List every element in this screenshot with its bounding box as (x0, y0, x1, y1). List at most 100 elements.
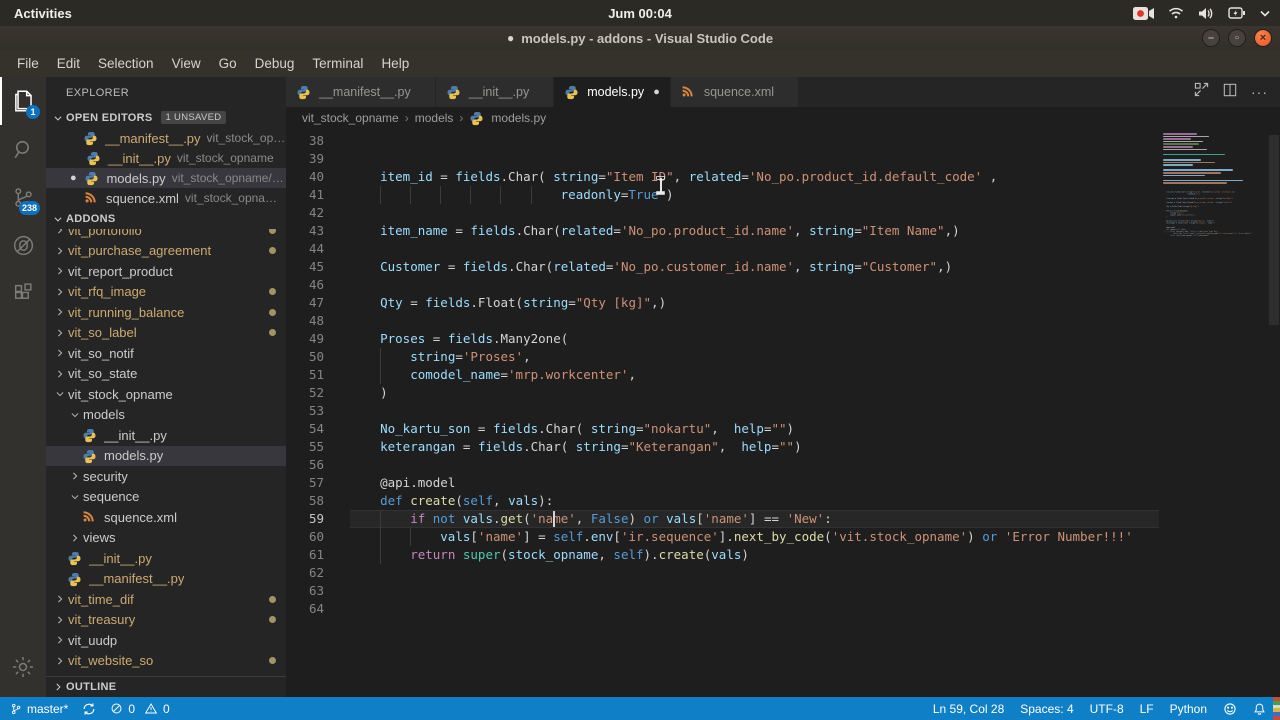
code-line-39[interactable] (350, 150, 1280, 168)
tree-item-vit_so_label[interactable]: vit_so_label (46, 323, 286, 344)
activities-button[interactable]: Activities (0, 6, 86, 21)
tab-__init__.py[interactable]: __init__.py (435, 77, 555, 107)
search-icon[interactable] (0, 125, 46, 173)
tab-models.py[interactable]: models.py ● (554, 77, 671, 107)
open-editors-header[interactable]: OPEN EDITORS 1 UNSAVED (46, 107, 286, 128)
code-line-53[interactable] (350, 402, 1280, 420)
split-editor-icon[interactable] (1223, 83, 1237, 102)
code-line-47[interactable]: Qty = fields.Float(string="Qty [kg]",) (350, 294, 1280, 312)
tree-item-models[interactable]: models (46, 405, 286, 426)
tree-item-__init__.py[interactable]: __init__.py (46, 548, 286, 569)
tree-item-vit_uudp[interactable]: vit_uudp (46, 630, 286, 651)
explorer-icon[interactable]: 1 (0, 77, 46, 125)
tree-item-models.py[interactable]: models.py (46, 445, 286, 466)
code-line-46[interactable] (350, 276, 1280, 294)
code-line-38[interactable] (350, 132, 1280, 150)
code-line-57[interactable]: @api.model (350, 474, 1280, 492)
cursor-position[interactable]: Ln 59, Col 28 (933, 702, 1004, 716)
open-editor-__init__.py[interactable]: __init__.py vit_stock_opname (46, 148, 286, 168)
outline-section-header[interactable]: OUTLINE (46, 676, 286, 697)
tree-item-security[interactable]: security (46, 466, 286, 487)
more-actions-icon[interactable]: ··· (1251, 84, 1268, 100)
menu-debug[interactable]: Debug (246, 53, 304, 74)
tree-item-vit_rfq_image[interactable]: vit_rfq_image (46, 282, 286, 303)
tab-squence.xml[interactable]: squence.xml (670, 77, 800, 107)
code-line-41[interactable]: readonly=True ) (350, 186, 1280, 204)
code-line-62[interactable] (350, 564, 1280, 582)
system-tray[interactable] (1133, 6, 1280, 20)
tree-item-vit_time_dif[interactable]: vit_time_dif (46, 589, 286, 610)
tree-item-__init__.py[interactable]: __init__.py (46, 425, 286, 446)
code-line-56[interactable] (350, 456, 1280, 474)
menu-file[interactable]: File (8, 53, 48, 74)
problems-indicator[interactable]: 0 0 (110, 702, 170, 716)
code-line-45[interactable]: Customer = fields.Char(related='No_po.cu… (350, 258, 1280, 276)
code-line-58[interactable]: def create(self, vals): (350, 492, 1280, 510)
minimap[interactable]: item_id = fields.Char( string="Item ID",… (1159, 129, 1267, 697)
code-line-42[interactable] (350, 204, 1280, 222)
tree-item-vit_report_product[interactable]: vit_report_product (46, 261, 286, 282)
tree-item-__manifest__.py[interactable]: __manifest__.py (46, 569, 286, 590)
code-line-44[interactable] (350, 240, 1280, 258)
code-content[interactable]: item_id = fields.Char( string="Item ID",… (350, 129, 1280, 697)
tree-item-vit_stock_opname[interactable]: vit_stock_opname (46, 384, 286, 405)
tree-item-vit_portofolio[interactable]: vit_portofolio (46, 229, 286, 241)
addons-section-header[interactable]: ADDONS (46, 208, 286, 229)
extensions-icon[interactable] (0, 269, 46, 317)
breadcrumb-item[interactable]: models (415, 111, 454, 125)
menu-view[interactable]: View (163, 53, 210, 74)
code-line-60[interactable]: vals['name'] = self.env['ir.sequence'].n… (350, 528, 1280, 546)
code-line-51[interactable]: comodel_name='mrp.workcenter', (350, 366, 1280, 384)
open-editor-models.py[interactable]: ● models.py vit_stock_opname/mo... (46, 168, 286, 188)
notifications-bell-icon[interactable] (1253, 702, 1266, 716)
menu-help[interactable]: Help (372, 53, 418, 74)
feedback-smiley-icon[interactable] (1223, 702, 1237, 716)
code-line-50[interactable]: string='Proses', (350, 348, 1280, 366)
tree-item-vit_running_balance[interactable]: vit_running_balance (46, 302, 286, 323)
breadcrumb[interactable]: vit_stock_opname › models › models.py (286, 107, 1280, 129)
code-line-64[interactable] (350, 600, 1280, 618)
code-line-48[interactable] (350, 312, 1280, 330)
code-line-40[interactable]: item_id = fields.Char( string="Item ID",… (350, 168, 1280, 186)
tree-item-vit_so_notif[interactable]: vit_so_notif (46, 343, 286, 364)
menu-selection[interactable]: Selection (89, 53, 163, 74)
open-editor-squence.xml[interactable]: squence.xmlvit_stock_opname/s... (46, 188, 286, 208)
tree-item-squence.xml[interactable]: squence.xml (46, 507, 286, 528)
code-line-49[interactable]: Proses = fields.Many2one( (350, 330, 1280, 348)
window-title-bar[interactable]: ● models.py - addons - Visual Studio Cod… (0, 26, 1280, 50)
indentation-setting[interactable]: Spaces: 4 (1020, 702, 1073, 716)
menu-edit[interactable]: Edit (48, 53, 89, 74)
tree-item-vit_so_state[interactable]: vit_so_state (46, 364, 286, 385)
code-editor[interactable]: 38 39 40 41 42 43 44 45 46 47 48 49 50 51 52 53 54 55 56 57… (286, 129, 1280, 697)
tree-item-vit_website_so[interactable]: vit_website_so (46, 651, 286, 672)
open-editor-__manifest__.py[interactable]: __manifest__.pyvit_stock_opname (46, 128, 286, 148)
code-line-43[interactable]: item_name = fields.Char(related='No_po.p… (350, 222, 1280, 240)
menu-go[interactable]: Go (210, 53, 246, 74)
tree-item-vit_purchase_agreement[interactable]: vit_purchase_agreement (46, 241, 286, 262)
code-line-64[interactable] (1163, 241, 1175, 243)
code-line-59[interactable]: if not vals.get('name', False) or vals['… (350, 510, 1280, 528)
code-line-61[interactable]: return super(stock_opname, self).create(… (350, 546, 1280, 564)
minimize-button[interactable]: – (1202, 29, 1220, 47)
close-button[interactable]: × (1254, 29, 1272, 47)
menu-terminal[interactable]: Terminal (303, 53, 372, 74)
tree-item-views[interactable]: views (46, 528, 286, 549)
clock[interactable]: Jum 00:04 (608, 6, 672, 21)
tree-item-sequence[interactable]: sequence (46, 487, 286, 508)
encoding-setting[interactable]: UTF-8 (1090, 702, 1124, 716)
breadcrumb-item[interactable]: models.py (491, 111, 546, 125)
language-mode[interactable]: Python (1170, 702, 1207, 716)
settings-gear-icon[interactable] (0, 643, 46, 691)
tab-__manifest__.py[interactable]: __manifest__.py (286, 77, 436, 107)
source-control-icon[interactable]: 238 (0, 173, 46, 221)
code-line-55[interactable]: keterangan = fields.Char( string="Ketera… (350, 438, 1280, 456)
eol-setting[interactable]: LF (1140, 702, 1154, 716)
code-line-52[interactable]: ) (350, 384, 1280, 402)
breadcrumb-item[interactable]: vit_stock_opname (302, 111, 399, 125)
code-line-54[interactable]: No_kartu_son = fields.Char( string="noka… (350, 420, 1280, 438)
code-line-63[interactable] (350, 582, 1280, 600)
git-branch-indicator[interactable]: master* (10, 702, 68, 716)
open-changes-icon[interactable] (1194, 82, 1209, 102)
sync-icon[interactable] (82, 702, 96, 716)
tree-item-vit_treasury[interactable]: vit_treasury (46, 610, 286, 631)
